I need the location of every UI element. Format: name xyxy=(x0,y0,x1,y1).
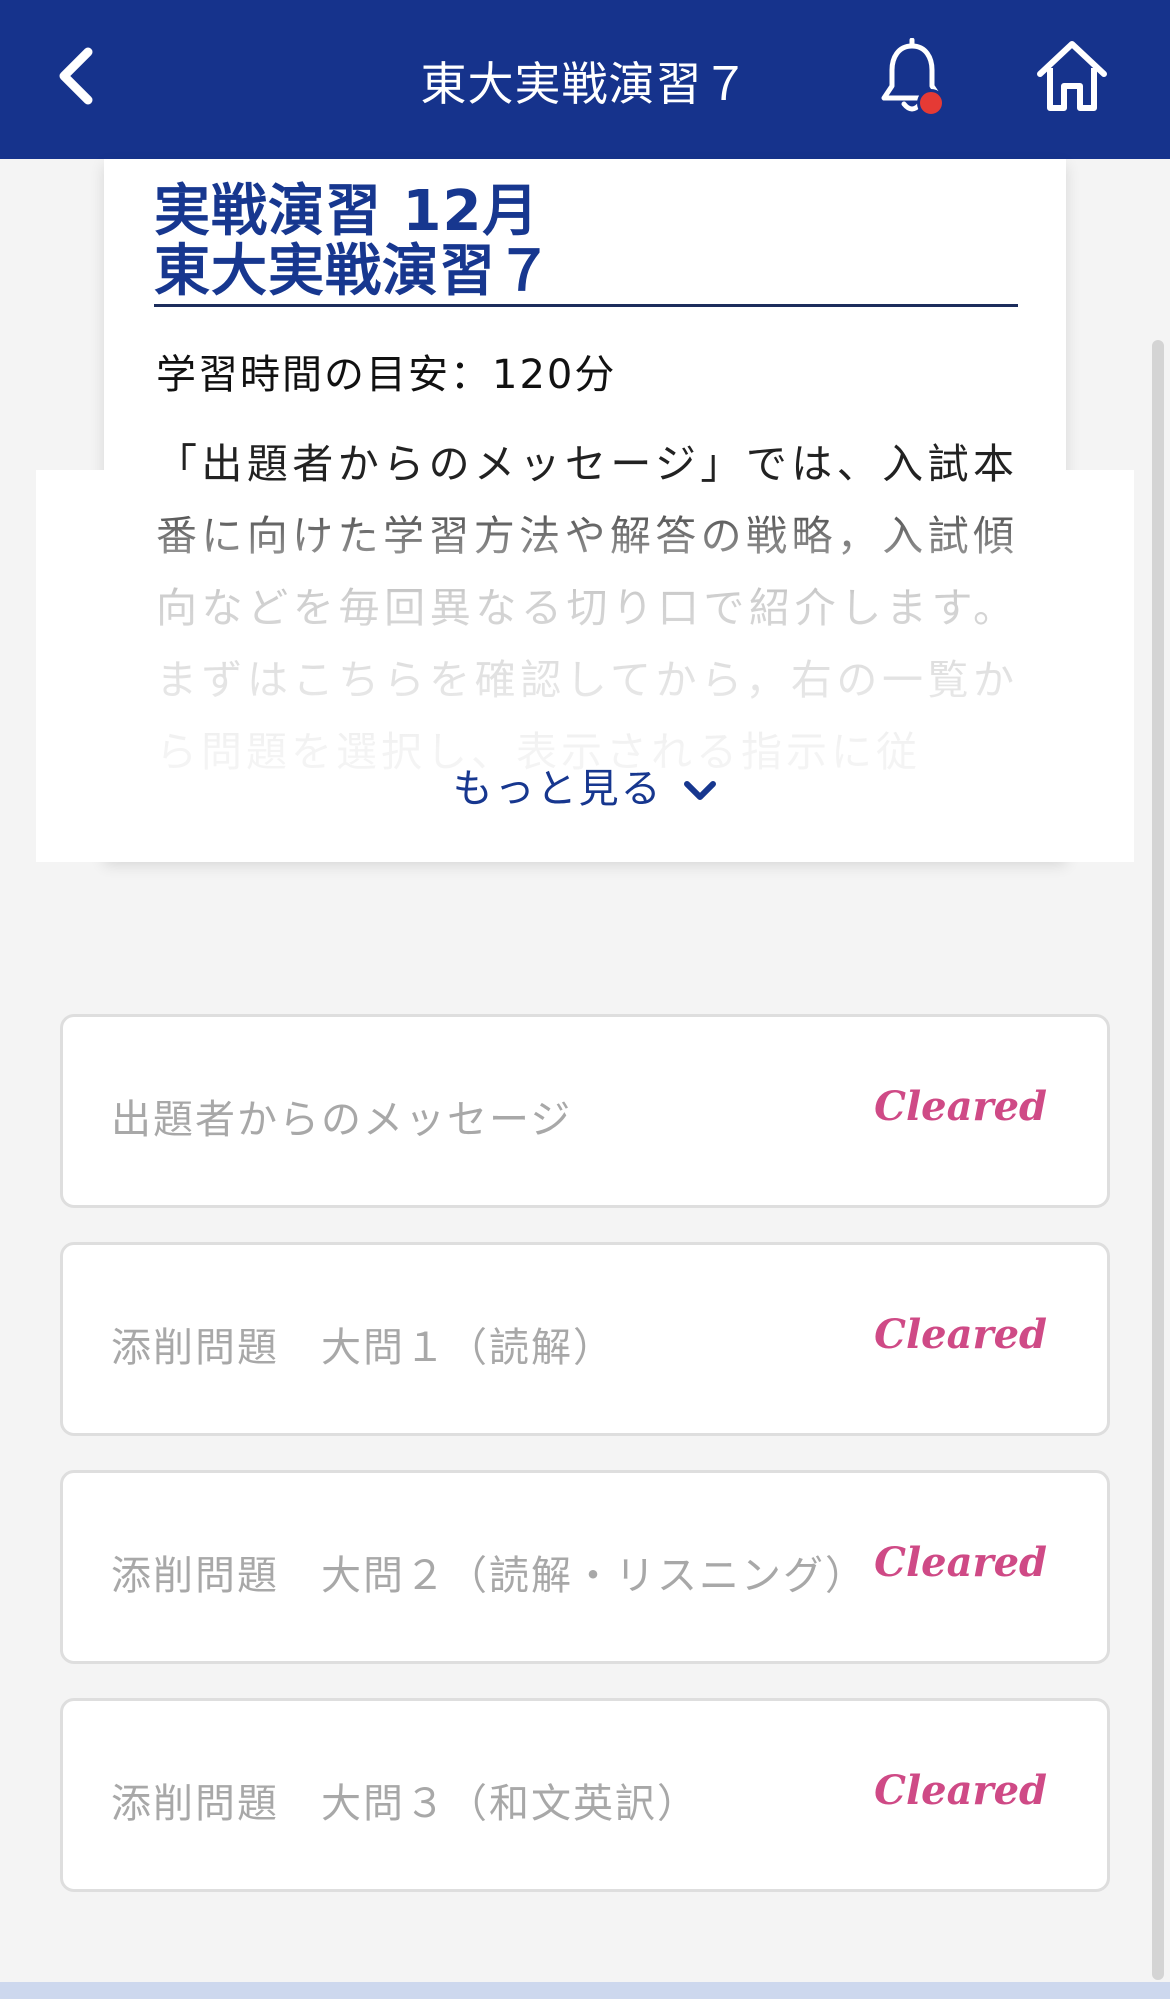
course-title: 実戦演習 12月 東大実戦演習７ xyxy=(154,182,1018,302)
task-item-q2[interactable]: 添削問題 大問２（読解・リスニング） Cleared xyxy=(60,1470,1110,1664)
status-badge: Cleared xyxy=(874,1539,1047,1586)
task-label: 添削問題 大問３（和文英訳） xyxy=(111,1781,699,1827)
course-title-line2: 東大実戦演習７ xyxy=(154,239,553,304)
task-item-q3[interactable]: 添削問題 大問３（和文英訳） Cleared xyxy=(60,1698,1110,1892)
course-title-line1: 実戦演習 12月 xyxy=(154,179,540,244)
status-badge: Cleared xyxy=(874,1083,1047,1130)
task-item-q1[interactable]: 添削問題 大問１（読解） Cleared xyxy=(60,1242,1110,1436)
home-icon xyxy=(1037,41,1107,111)
app-header: 東大実戦演習７ xyxy=(0,0,1170,159)
page: 東大実戦演習７ 実戦演習 12月 東大実戦演習７ 学習時間の目安：120分 「出… xyxy=(0,0,1170,1999)
bottom-bar xyxy=(0,1982,1170,1999)
scrollbar[interactable] xyxy=(1152,340,1164,1980)
home-button[interactable] xyxy=(1032,36,1112,116)
show-more-label: もっと見る xyxy=(452,766,663,812)
show-more-button[interactable]: もっと見る xyxy=(0,756,1170,814)
study-time: 学習時間の目安：120分 xyxy=(156,352,617,398)
notification-dot xyxy=(917,89,945,117)
status-badge: Cleared xyxy=(874,1311,1047,1358)
title-divider xyxy=(154,304,1018,307)
task-label: 出題者からのメッセージ xyxy=(111,1097,573,1143)
page-title: 東大実戦演習７ xyxy=(420,57,750,111)
status-badge: Cleared xyxy=(874,1767,1047,1814)
chevron-down-icon xyxy=(684,781,717,800)
task-item-message[interactable]: 出題者からのメッセージ Cleared xyxy=(60,1014,1110,1208)
task-label: 添削問題 大問２（読解・リスニング） xyxy=(111,1553,867,1599)
task-label: 添削問題 大問１（読解） xyxy=(111,1325,615,1371)
